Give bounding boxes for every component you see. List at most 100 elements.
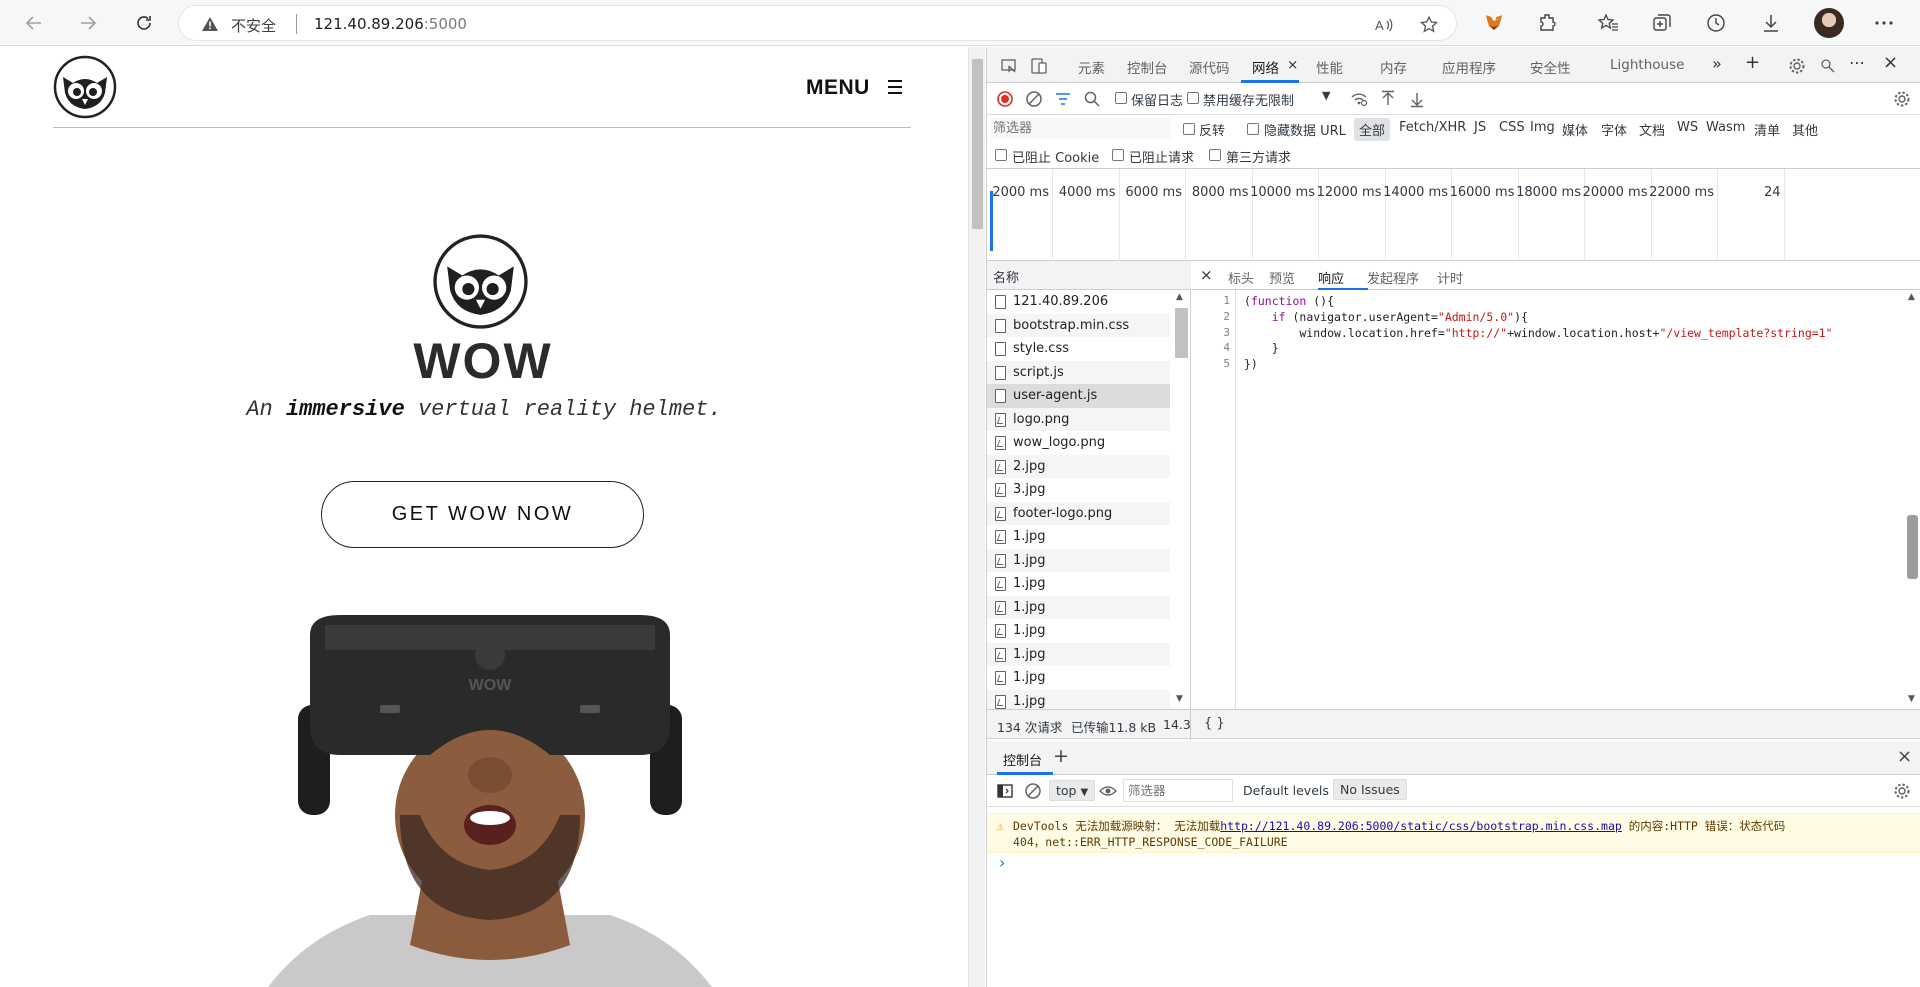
- request-row[interactable]: 1.jpg: [987, 572, 1170, 596]
- request-row[interactable]: 121.40.89.206: [987, 290, 1170, 314]
- close-drawer-icon[interactable]: ×: [1897, 746, 1912, 767]
- tab-preview[interactable]: 预览: [1269, 268, 1295, 287]
- tab-initiator[interactable]: 发起程序: [1367, 268, 1419, 287]
- disable-cache-checkbox[interactable]: [1187, 92, 1199, 104]
- chevron-down-icon[interactable]: ▼: [1322, 89, 1330, 102]
- add-drawer-tab-icon[interactable]: +: [1053, 745, 1069, 767]
- name-column-header[interactable]: 名称: [987, 261, 1191, 290]
- console-prompt[interactable]: ›: [999, 853, 1005, 872]
- search-icon[interactable]: [1082, 89, 1102, 109]
- tab-network[interactable]: 网络: [1252, 57, 1279, 77]
- invert-checkbox[interactable]: [1183, 123, 1195, 135]
- log-levels-select[interactable]: Default levels ▼: [1243, 783, 1341, 798]
- type-filter-all[interactable]: 全部: [1354, 118, 1391, 141]
- type-filter-fetch[interactable]: Fetch/XHR: [1399, 120, 1466, 135]
- request-row[interactable]: wow_logo.png: [987, 431, 1170, 455]
- type-filter-wasm[interactable]: Wasm: [1706, 120, 1745, 135]
- history-icon[interactable]: [1704, 11, 1728, 35]
- request-row[interactable]: 1.jpg: [987, 595, 1170, 619]
- forward-icon[interactable]: [74, 9, 102, 37]
- favorites-icon[interactable]: [1596, 11, 1620, 35]
- pretty-print-button[interactable]: { }: [1204, 716, 1225, 731]
- export-har-icon[interactable]: [1407, 89, 1427, 109]
- tab-performance[interactable]: 性能: [1316, 57, 1343, 77]
- request-row[interactable]: 2.jpg: [987, 454, 1170, 478]
- request-row[interactable]: script.js: [987, 360, 1170, 384]
- filter-icon[interactable]: [1053, 89, 1073, 109]
- extensions-icon[interactable]: [1536, 11, 1560, 35]
- hamburger-icon[interactable]: [888, 80, 902, 94]
- owl-logo-icon[interactable]: [53, 55, 117, 119]
- settings-icon[interactable]: [1787, 56, 1807, 76]
- tab-console[interactable]: 控制台: [1127, 57, 1168, 77]
- request-row[interactable]: footer-logo.png: [987, 501, 1170, 525]
- blocked-cookies-checkbox[interactable]: [995, 149, 1007, 161]
- code-scrollbar[interactable]: ▲ ▼: [1904, 290, 1920, 709]
- more-menu-icon[interactable]: [1872, 11, 1896, 35]
- type-filter-ws[interactable]: WS: [1677, 120, 1698, 135]
- warning-icon[interactable]: [201, 15, 219, 33]
- blocked-requests-checkbox[interactable]: [1112, 149, 1124, 161]
- type-filter-doc[interactable]: 文档: [1639, 120, 1665, 139]
- address-bar[interactable]: 不安全 121.40.89.206:5000 A: [178, 5, 1457, 41]
- device-toolbar-icon[interactable]: [1029, 56, 1049, 76]
- network-overview-timeline[interactable]: 2000 ms 4000 ms 6000 ms 8000 ms 10000 ms 1200…: [987, 169, 1920, 261]
- request-row[interactable]: 3.jpg: [987, 478, 1170, 502]
- scroll-thumb[interactable]: [972, 59, 983, 229]
- request-row[interactable]: 1.jpg: [987, 666, 1170, 690]
- scroll-thumb[interactable]: [1175, 308, 1188, 358]
- network-conditions-icon[interactable]: [1349, 89, 1369, 109]
- third-party-checkbox[interactable]: [1209, 149, 1221, 161]
- tab-security[interactable]: 安全性: [1530, 57, 1571, 77]
- request-row[interactable]: 1.jpg: [987, 548, 1170, 572]
- sourcemap-link[interactable]: http://121.40.89.206:5000/static/css/boo…: [1220, 819, 1622, 833]
- scroll-up-icon[interactable]: ▲: [1176, 292, 1183, 302]
- tab-memory[interactable]: 内存: [1380, 57, 1407, 77]
- read-aloud-icon[interactable]: A: [1374, 15, 1394, 35]
- collections-icon[interactable]: [1650, 11, 1674, 35]
- more-tabs-icon[interactable]: »: [1712, 54, 1722, 73]
- back-icon[interactable]: [20, 9, 48, 37]
- hide-data-urls-checkbox[interactable]: [1247, 123, 1259, 135]
- tab-application[interactable]: 应用程序: [1442, 57, 1496, 77]
- console-settings-icon[interactable]: [1892, 781, 1912, 801]
- insecure-label[interactable]: 不安全: [231, 15, 276, 36]
- tab-lighthouse[interactable]: Lighthouse: [1610, 57, 1684, 73]
- context-select[interactable]: top ▼: [1049, 780, 1096, 801]
- scroll-up-icon[interactable]: ▲: [1908, 292, 1915, 302]
- throttle-select[interactable]: 无限制: [1255, 90, 1294, 109]
- response-code[interactable]: (function (){ if (navigator.userAgent="A…: [1244, 294, 1833, 373]
- filter-input[interactable]: [991, 118, 1171, 139]
- tab-elements[interactable]: 元素: [1078, 57, 1105, 77]
- request-row[interactable]: style.css: [987, 337, 1170, 361]
- request-row[interactable]: bootstrap.min.css: [987, 313, 1170, 337]
- customize-icon[interactable]: [1818, 56, 1838, 76]
- request-list-scrollbar[interactable]: ▲ ▼: [1172, 290, 1189, 709]
- inspect-icon[interactable]: [999, 56, 1019, 76]
- request-row[interactable]: user-agent.js: [987, 384, 1170, 408]
- network-settings-icon[interactable]: [1892, 89, 1912, 109]
- console-filter-input[interactable]: [1123, 779, 1233, 802]
- add-tab-icon[interactable]: +: [1745, 52, 1760, 73]
- scroll-down-icon[interactable]: ▼: [1176, 694, 1183, 704]
- type-filter-js[interactable]: JS: [1474, 120, 1486, 135]
- import-har-icon[interactable]: [1378, 89, 1398, 109]
- page-scrollbar[interactable]: [968, 47, 985, 987]
- close-devtools-icon[interactable]: ×: [1883, 52, 1898, 73]
- request-row[interactable]: 1.jpg: [987, 642, 1170, 666]
- type-filter-css[interactable]: CSS: [1499, 120, 1525, 135]
- request-row[interactable]: 1.jpg: [987, 619, 1170, 643]
- url-text[interactable]: 121.40.89.206:5000: [314, 15, 467, 33]
- refresh-icon[interactable]: [130, 9, 158, 37]
- type-filter-other[interactable]: 其他: [1792, 120, 1818, 139]
- request-row[interactable]: 1.jpg: [987, 689, 1170, 709]
- tab-response[interactable]: 响应: [1318, 268, 1344, 287]
- favorite-add-icon[interactable]: [1419, 15, 1439, 35]
- devtools-menu-icon[interactable]: ⋯: [1849, 53, 1865, 72]
- request-row[interactable]: 1.jpg: [987, 525, 1170, 549]
- type-filter-media[interactable]: 媒体: [1562, 120, 1588, 139]
- scroll-down-icon[interactable]: ▼: [1908, 694, 1915, 704]
- downloads-icon[interactable]: [1759, 11, 1783, 35]
- type-filter-font[interactable]: 字体: [1601, 120, 1627, 139]
- clear-icon[interactable]: [1024, 89, 1044, 109]
